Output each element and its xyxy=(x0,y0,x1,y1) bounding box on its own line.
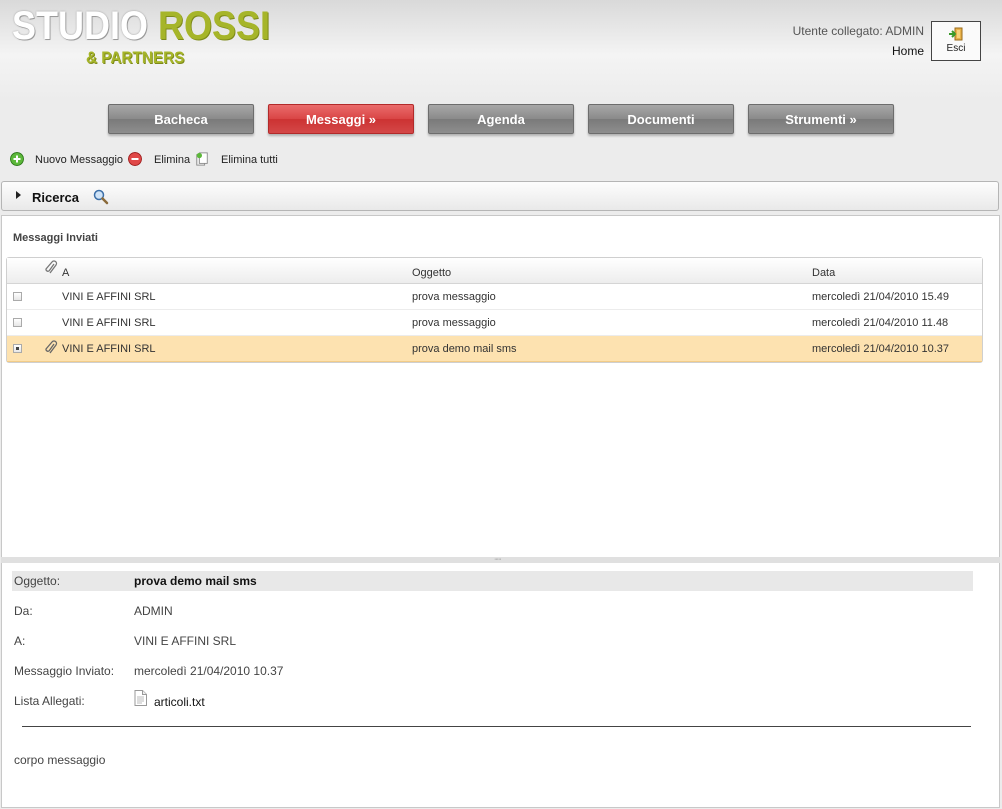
logo-partners-text: & PARTNERS xyxy=(86,48,185,67)
logged-user-label: Utente collegato: ADMIN xyxy=(792,24,924,38)
detail-attachments-row: Lista Allegati: articoli.txt xyxy=(12,690,973,711)
nav-agenda[interactable]: Agenda xyxy=(428,104,574,134)
expand-arrow-icon xyxy=(16,191,21,199)
messages-grid: A Oggetto Data VINI E AFFINI SRL prova m… xyxy=(6,257,983,363)
exit-button[interactable]: Esci xyxy=(931,21,981,61)
panel-title: Messaggi Inviati xyxy=(13,232,98,244)
header: STUDIO ROSSI & PARTNERS Utente collegato… xyxy=(0,0,1002,100)
exit-label: Esci xyxy=(946,43,966,54)
nav-strumenti[interactable]: Strumenti » xyxy=(748,104,894,134)
nav-messaggi[interactable]: Messaggi » xyxy=(268,104,414,134)
detail-to-row: A: VINI E AFFINI SRL xyxy=(12,631,973,651)
message-detail-panel: Oggetto: prova demo mail sms Da: ADMIN A… xyxy=(1,563,1000,808)
row-subject: prova messaggio xyxy=(412,291,496,303)
logo: STUDIO ROSSI xyxy=(12,4,270,49)
row-checkbox[interactable] xyxy=(13,292,22,301)
column-header-to[interactable]: A xyxy=(62,260,69,286)
subject-label: Oggetto: xyxy=(14,574,61,588)
logout-icon xyxy=(949,27,963,41)
delete-all-label: Elimina tutti xyxy=(221,154,278,166)
column-header-subject[interactable]: Oggetto xyxy=(412,260,451,286)
subject-value: prova demo mail sms xyxy=(134,574,257,588)
message-body: corpo messaggio xyxy=(14,753,106,767)
table-row[interactable]: VINI E AFFINI SRL prova messaggio mercol… xyxy=(7,284,982,310)
attachments-label: Lista Allegati: xyxy=(14,694,85,708)
row-date: mercoledì 21/04/2010 10.37 xyxy=(812,343,949,355)
row-to: VINI E AFFINI SRL xyxy=(62,291,156,303)
row-date: mercoledì 21/04/2010 11.48 xyxy=(812,317,949,329)
delete-all-icon xyxy=(196,152,208,166)
grid-header: A Oggetto Data xyxy=(7,258,982,284)
sent-value: mercoledì 21/04/2010 10.37 xyxy=(134,664,284,678)
search-icon xyxy=(93,189,109,205)
detail-from-row: Da: ADMIN xyxy=(12,601,973,621)
row-to: VINI E AFFINI SRL xyxy=(62,317,156,329)
row-to: VINI E AFFINI SRL xyxy=(62,343,156,355)
text-file-icon xyxy=(134,690,147,706)
to-label: A: xyxy=(14,634,26,648)
from-label: Da: xyxy=(14,604,33,618)
table-row[interactable]: VINI E AFFINI SRL prova messaggio mercol… xyxy=(7,310,982,336)
search-label: Ricerca xyxy=(32,190,79,205)
row-checkbox[interactable] xyxy=(13,318,22,327)
home-link[interactable]: Home xyxy=(793,44,924,58)
new-message-label: Nuovo Messaggio xyxy=(35,154,124,166)
attachment-link[interactable]: articoli.txt xyxy=(154,695,205,709)
to-value: VINI E AFFINI SRL xyxy=(134,634,237,648)
nav-documenti[interactable]: Documenti xyxy=(588,104,734,134)
user-info: Utente collegato: ADMIN Home xyxy=(793,24,924,58)
divider xyxy=(22,726,971,727)
row-subject: prova messaggio xyxy=(412,317,496,329)
row-checkbox[interactable] xyxy=(13,344,22,353)
search-panel-toggle[interactable]: Ricerca xyxy=(1,181,999,211)
detail-sent-row: Messaggio Inviato: mercoledì 21/04/2010 … xyxy=(12,661,973,681)
main-nav: Bacheca Messaggi » Agenda Documenti Stru… xyxy=(0,104,1002,138)
column-header-date[interactable]: Data xyxy=(812,260,835,286)
table-row-selected[interactable]: VINI E AFFINI SRL prova demo mail sms me… xyxy=(7,336,982,362)
messages-panel: Messaggi Inviati A Oggetto Data VINI E A… xyxy=(1,215,1000,558)
row-subject: prova demo mail sms xyxy=(412,343,517,355)
logo-rossi-text: ROSSI xyxy=(158,4,271,48)
row-date: mercoledì 21/04/2010 15.49 xyxy=(812,291,949,303)
remove-icon xyxy=(128,152,142,166)
attachment-icon xyxy=(45,340,58,354)
add-icon xyxy=(10,152,24,166)
delete-label: Elimina xyxy=(154,154,191,166)
attachment-column-icon xyxy=(45,260,58,274)
detail-subject-row: Oggetto: prova demo mail sms xyxy=(12,571,973,591)
from-value: ADMIN xyxy=(134,604,173,618)
logo-studio-text: STUDIO xyxy=(12,4,149,48)
sent-label: Messaggio Inviato: xyxy=(14,664,115,678)
nav-bacheca[interactable]: Bacheca xyxy=(108,104,254,134)
